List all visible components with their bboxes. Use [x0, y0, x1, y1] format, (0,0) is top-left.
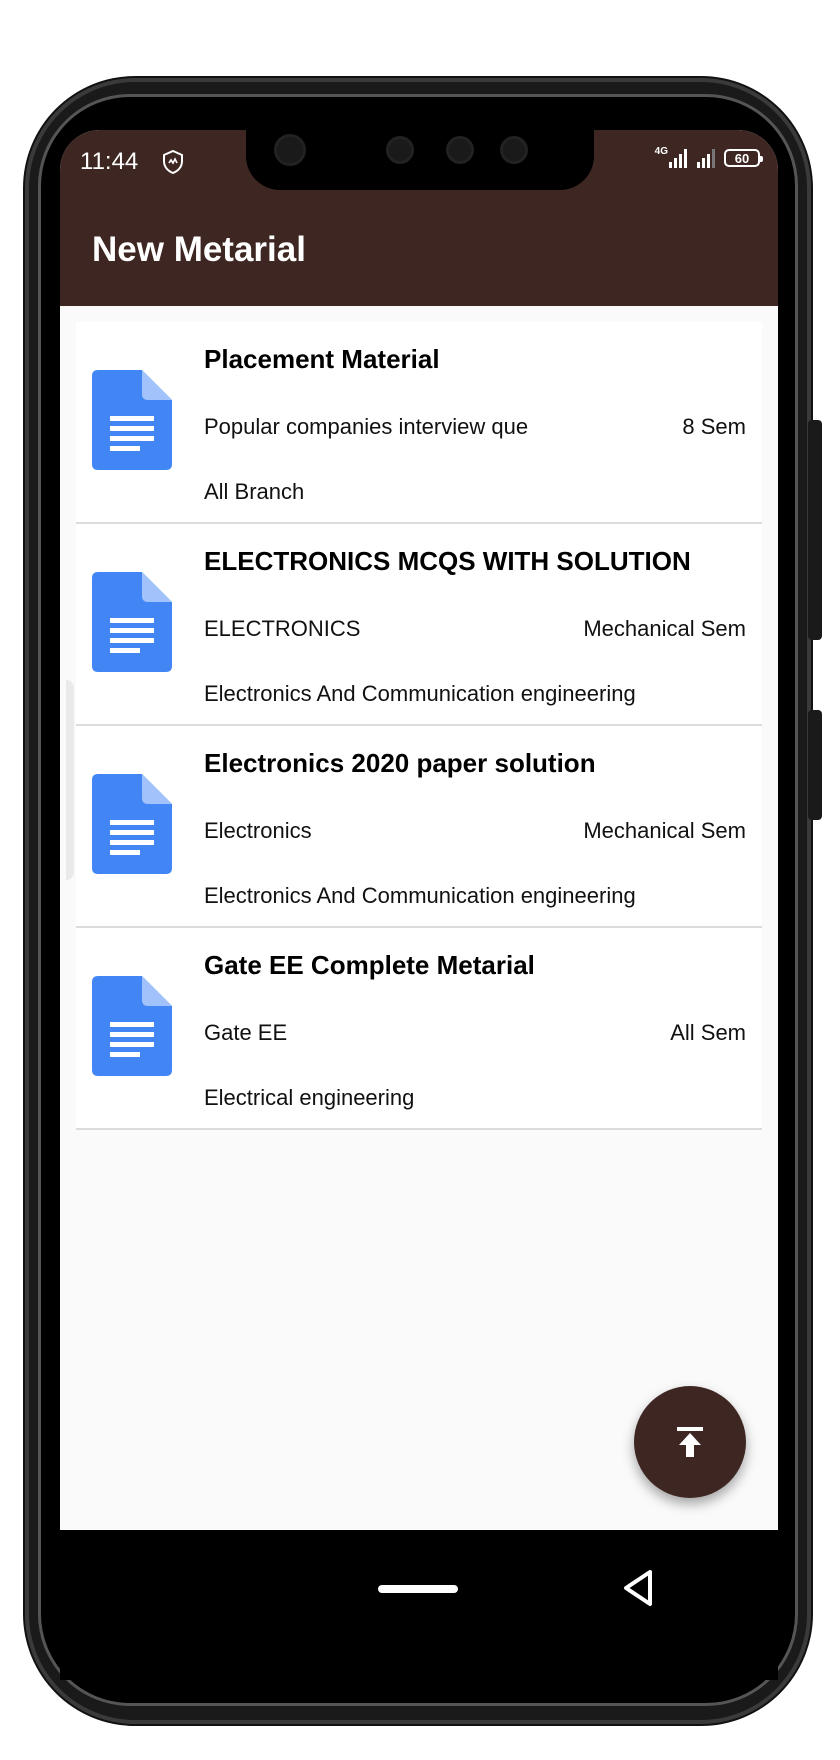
- item-subject: Gate EE: [204, 1020, 288, 1045]
- network-type: 4G: [654, 146, 668, 157]
- back-icon[interactable]: [620, 1568, 656, 1608]
- document-icon: [92, 774, 172, 874]
- vertical-align-top-icon: [677, 1427, 703, 1457]
- item-title: Electronics 2020 paper solution: [204, 748, 596, 778]
- scroll-to-top-button[interactable]: [634, 1386, 746, 1498]
- signal-icon: [697, 149, 715, 168]
- item-subject: Electronics: [204, 818, 312, 843]
- status-time: 11:44: [80, 148, 139, 175]
- signal-icon: [669, 149, 687, 168]
- item-semester: All Sem: [670, 1020, 746, 1045]
- item-subject: Popular companies interview que: [204, 414, 529, 439]
- item-semester: 8 Sem: [682, 414, 746, 439]
- item-subject: ELECTRONICS: [204, 616, 361, 641]
- battery-level: 60: [734, 150, 750, 166]
- app-bar: 11:44 4G 60 New Metarial: [60, 130, 778, 306]
- list-item[interactable]: Placement Material Popular companies int…: [76, 322, 762, 524]
- document-icon: [92, 572, 172, 672]
- list-item[interactable]: Gate EE Complete Metarial Gate EE All Se…: [76, 928, 762, 1130]
- item-branch: All Branch: [204, 479, 305, 504]
- front-camera-icon: [274, 134, 306, 166]
- battery-icon: 60: [724, 149, 763, 167]
- document-icon: [92, 976, 172, 1076]
- shield-icon: [162, 149, 184, 179]
- power-button: [808, 710, 822, 820]
- item-branch: Electronics And Communication engineerin…: [204, 681, 636, 706]
- item-branch: Electronics And Communication engineerin…: [204, 883, 636, 908]
- volume-button: [808, 420, 822, 640]
- item-title: ELECTRONICS MCQS WITH SOLUTION: [204, 546, 691, 576]
- item-branch: Electrical engineering: [204, 1085, 415, 1110]
- edge-panel-handle[interactable]: [66, 680, 74, 880]
- item-title: Placement Material: [204, 344, 440, 374]
- list-item[interactable]: ELECTRONICS MCQS WITH SOLUTION ELECTRONI…: [76, 524, 762, 726]
- app-screen: 11:44 4G 60 New Metarial Placement Mater…: [60, 130, 778, 1530]
- home-button[interactable]: [378, 1585, 458, 1593]
- navigation-bar: [60, 1530, 778, 1680]
- sensor-icon: [386, 136, 414, 164]
- item-semester: Mechanical Sem: [583, 818, 746, 843]
- list-item[interactable]: Electronics 2020 paper solution Electron…: [76, 726, 762, 928]
- document-icon: [92, 370, 172, 470]
- camera-notch: [246, 130, 594, 190]
- item-semester: Mechanical Sem: [583, 616, 746, 641]
- item-title: Gate EE Complete Metarial: [204, 950, 535, 980]
- material-list: Placement Material Popular companies int…: [76, 322, 762, 1130]
- page-title: New Metarial: [92, 230, 306, 269]
- status-icons: 4G 60: [654, 146, 763, 168]
- sensor-icon: [500, 136, 528, 164]
- sensor-icon: [446, 136, 474, 164]
